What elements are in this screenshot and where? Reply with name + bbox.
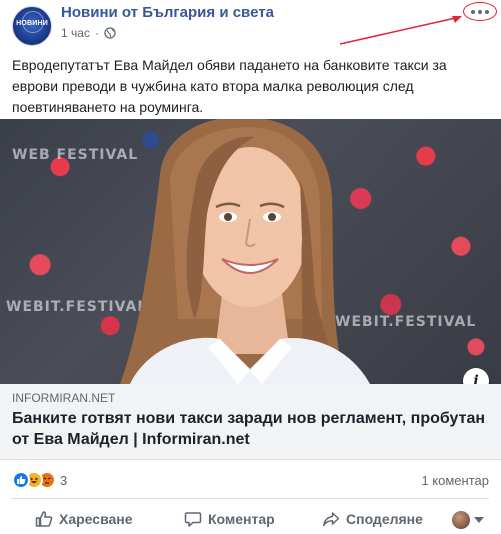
- action-bar: Харесване Коментар Споделяне: [0, 505, 501, 533]
- comment-icon: [184, 512, 202, 527]
- thumbs-up-icon: [35, 511, 53, 527]
- globe-icon: [104, 27, 116, 39]
- facebook-post: НОВИНИ Новини от България и света 1 час …: [0, 0, 501, 534]
- link-caption[interactable]: INFORMIRAN.NET Банките готвят нови такси…: [0, 384, 501, 460]
- avatar-logo-text: НОВИНИ: [16, 20, 48, 27]
- link-preview-image[interactable]: WEB FESTIVAL WEBIT.FESTIVAL WEBIT.FESTIV…: [0, 119, 501, 384]
- share-icon: [323, 512, 340, 527]
- share-label: Споделяне: [346, 511, 423, 527]
- comment-label: Коментар: [208, 511, 275, 527]
- like-label: Харесване: [59, 511, 133, 527]
- woman-portrait: [120, 119, 370, 384]
- post-meta: 1 час ·: [61, 26, 116, 40]
- share-button[interactable]: Споделяне: [322, 505, 423, 533]
- page-name-link[interactable]: Новини от България и света: [61, 4, 274, 21]
- reactions-summary[interactable]: 3: [12, 471, 67, 489]
- link-domain: INFORMIRAN.NET: [12, 391, 116, 405]
- annotation-circle: [463, 2, 497, 21]
- post-timestamp[interactable]: 1 час: [61, 26, 90, 40]
- meta-separator: ·: [94, 26, 99, 40]
- viewer-avatar: [452, 511, 470, 529]
- post-text: Евродепутатът Ева Майдел обяви падането …: [12, 57, 447, 115]
- post-as-selector[interactable]: [452, 511, 484, 529]
- like-icon: [12, 471, 30, 489]
- chevron-down-icon: [474, 517, 484, 523]
- like-button[interactable]: Харесване: [35, 505, 133, 533]
- comment-button[interactable]: Коментар: [184, 505, 275, 533]
- comment-count-link[interactable]: 1 коментар: [421, 473, 489, 488]
- link-title[interactable]: Банките готвят нови такси заради нов рег…: [12, 408, 492, 450]
- actions-divider: [12, 498, 489, 499]
- reaction-count: 3: [60, 472, 68, 488]
- page-avatar[interactable]: НОВИНИ: [12, 6, 52, 46]
